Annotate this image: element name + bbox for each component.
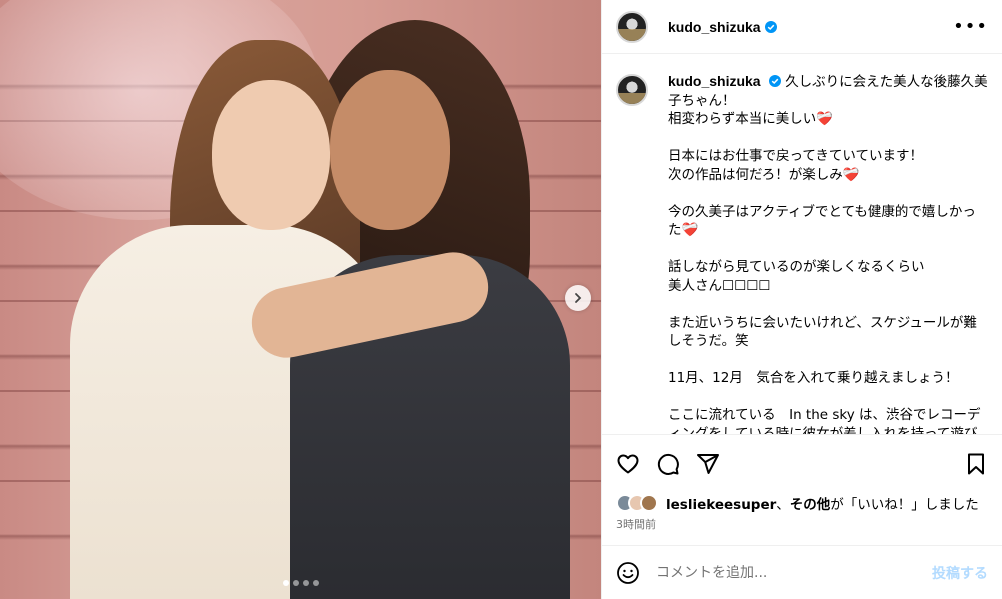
carousel-dot: [282, 580, 289, 586]
post-timestamp[interactable]: 3時間前: [602, 514, 1002, 534]
carousel-dots: [0, 580, 601, 586]
post-comment-button[interactable]: 投稿する: [932, 563, 988, 583]
action-bar: [602, 434, 1002, 492]
others-link[interactable]: その他: [790, 497, 831, 513]
username-link[interactable]: kudo_shizuka: [668, 19, 761, 35]
caption-text: 久しぶりに会えた美人な後藤久美子ちゃん！ 相変わらず本当に美しい❤️‍🩹 日本に…: [668, 74, 988, 434]
carousel-dot: [302, 580, 309, 586]
comment-icon[interactable]: [656, 452, 680, 476]
like-heart-icon[interactable]: [616, 452, 640, 476]
person-right-face: [330, 70, 450, 230]
more-options-button[interactable]: •••: [953, 16, 988, 37]
caption-area: kudo_shizuka 久しぶりに会えた美人な後藤久美子ちゃん！ 相変わらず本…: [602, 54, 1002, 434]
likes-suffix: が「いいね！」しました: [830, 497, 979, 513]
next-slide-button[interactable]: [565, 285, 591, 311]
carousel-dot: [312, 580, 319, 586]
likes-row: lesliekeesuper、その他が「いいね！」しました: [602, 492, 1002, 514]
carousel-dot: [292, 580, 299, 586]
comment-input[interactable]: [656, 564, 926, 581]
liker-avatar[interactable]: [640, 494, 658, 512]
chevron-right-icon: [575, 293, 582, 303]
post-side-panel: kudo_shizuka ••• kudo_shizuka 久しぶりに会えた美人…: [601, 0, 1002, 599]
emoji-icon[interactable]: [616, 561, 640, 585]
post-photo[interactable]: [0, 0, 601, 599]
liker-username[interactable]: lesliekeesuper: [666, 497, 776, 513]
avatar[interactable]: [616, 74, 648, 106]
caption-username[interactable]: kudo_shizuka: [668, 73, 761, 89]
post-header: kudo_shizuka •••: [602, 0, 1002, 54]
verified-badge-icon: [764, 20, 777, 33]
verified-badge-icon: [768, 75, 781, 87]
share-send-icon[interactable]: [696, 452, 720, 476]
likes-separator: 、: [776, 497, 790, 513]
avatar[interactable]: [616, 10, 648, 43]
comment-bar: 投稿する: [602, 545, 1002, 599]
person-left-face: [212, 80, 330, 230]
save-bookmark-icon[interactable]: [964, 452, 988, 476]
